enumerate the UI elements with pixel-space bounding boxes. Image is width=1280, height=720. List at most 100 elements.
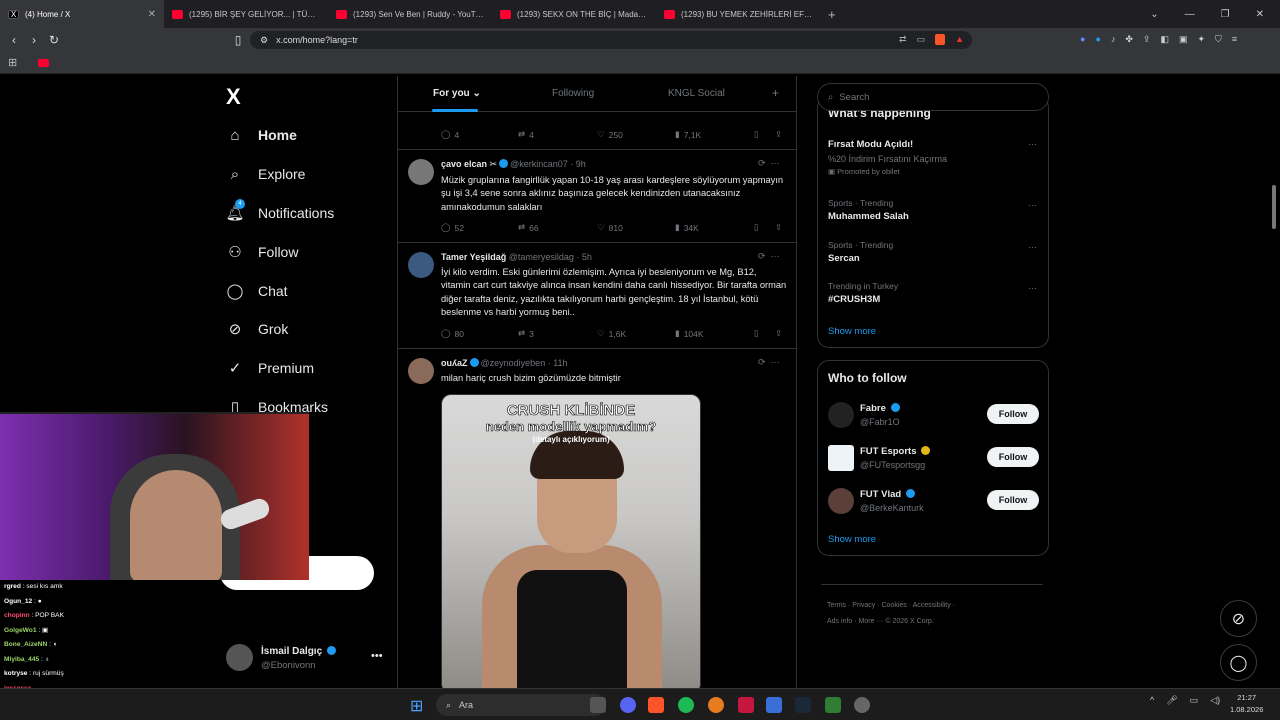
share-icon[interactable]: ⇪ xyxy=(1143,34,1151,45)
footer-link[interactable]: Ads info xyxy=(827,618,852,625)
vpn-icon[interactable]: ⛉ xyxy=(1215,34,1222,45)
bookmark-page-icon[interactable]: ▯ xyxy=(228,33,248,47)
minimize-icon[interactable]: — xyxy=(1185,9,1195,20)
brave-icon[interactable] xyxy=(648,697,664,713)
nav-item-premium[interactable]: ✓ Premium xyxy=(226,359,314,377)
tweet[interactable]: çavo elcan ✂ @kerkincan07 · 9h ⟳ ··· Müzi… xyxy=(398,150,796,243)
nav-item-home[interactable]: ⌂ Home xyxy=(226,126,296,144)
taskbar-search[interactable]: ⌕ Ara xyxy=(436,694,606,716)
more-icon[interactable]: ··· xyxy=(1028,283,1037,293)
follow-button[interactable]: Follow xyxy=(987,490,1039,510)
ai-icon[interactable]: ✦ xyxy=(1198,34,1206,45)
nav-item-chat[interactable]: ◯ Chat xyxy=(226,282,288,300)
repost-button[interactable]: ⇄ 66 xyxy=(518,222,539,233)
more-icon[interactable]: ••• xyxy=(371,650,383,662)
discord-icon[interactable] xyxy=(620,697,636,713)
chevron-up-icon[interactable]: ^ xyxy=(1150,695,1154,706)
site-info-icon[interactable]: ⚙ xyxy=(260,35,268,46)
microphone-icon[interactable]: 🎤︎ xyxy=(1166,695,1177,706)
bookmark-button[interactable]: ▯ xyxy=(754,129,759,140)
brave-shield-icon[interactable] xyxy=(935,33,946,47)
more-icon[interactable]: ⟳ ··· xyxy=(758,251,780,262)
tab-list-icon[interactable]: ⌄ xyxy=(1150,9,1158,20)
grok-fab-icon[interactable]: ⊘ xyxy=(1220,600,1257,637)
avatar[interactable] xyxy=(408,252,434,278)
like-button[interactable]: ♡ 1,6K xyxy=(597,328,626,339)
footer-link[interactable]: Privacy xyxy=(852,602,875,609)
avatar[interactable] xyxy=(408,358,434,384)
account-switcher[interactable]: İsmail Dalgıç @Ebonivonn ••• xyxy=(226,642,386,676)
apps-icon[interactable]: ⊞ xyxy=(8,56,17,69)
browser-tab[interactable]: X (4) Home / X ✕ xyxy=(0,0,164,28)
avatar[interactable] xyxy=(408,159,434,185)
browser-tab[interactable]: (1295) BİR ŞEY GELİYOR... | TÜRLÜ M xyxy=(164,0,328,28)
address-bar[interactable]: ⚙ x.com/home?lang=tr ⇄ ▭ ▲ xyxy=(250,31,972,49)
trend-item[interactable]: Trending in Turkey #CRUSH3M xyxy=(828,281,898,305)
close-window-icon[interactable]: ✕ xyxy=(1256,9,1264,20)
trend-item[interactable]: Fırsat Modu Açıldı! %20 İndirim Fırsatın… xyxy=(828,139,947,176)
tweet[interactable]: Tamer Yeşildağ @tameryesildag · 5h ⟳ ···… xyxy=(398,243,796,349)
reply-button[interactable]: ◯ 4 xyxy=(441,129,459,140)
network-icon[interactable]: ▭ xyxy=(1190,695,1199,706)
taskbar-app-icon[interactable] xyxy=(854,697,870,713)
translate-icon[interactable]: ⇄ xyxy=(899,34,907,47)
clock[interactable]: 21:27 1.08.2026 xyxy=(1230,692,1263,716)
tab-following[interactable]: Following xyxy=(552,88,594,99)
footer-link[interactable]: Terms xyxy=(827,602,846,609)
more-icon[interactable]: ··· xyxy=(1028,139,1037,149)
menu-icon[interactable]: ≡ xyxy=(1232,34,1237,45)
messages-fab-icon[interactable]: ◯ xyxy=(1220,644,1257,681)
trend-item[interactable]: Sports · Trending Sercan xyxy=(828,240,893,264)
like-button[interactable]: ♡ 810 xyxy=(597,222,623,233)
show-more-link[interactable]: Show more xyxy=(828,534,876,545)
footer-link[interactable]: More xyxy=(859,618,875,625)
youtube-icon[interactable] xyxy=(38,59,49,67)
browser-tab[interactable]: (1293) BU YEMEK ZEHİRLERİ EFE UYG xyxy=(656,0,820,28)
forward-icon[interactable]: › xyxy=(24,33,44,47)
tab-kngl-social[interactable]: KNGL Social xyxy=(668,88,725,99)
taskbar-app-icon[interactable] xyxy=(825,697,841,713)
like-button[interactable]: ♡ 250 xyxy=(597,129,623,140)
views-button[interactable]: ▮ 104K xyxy=(675,328,704,339)
url-text[interactable]: x.com/home?lang=tr xyxy=(276,35,358,45)
bookmark-button[interactable]: ▯ xyxy=(754,328,759,339)
nav-item-follow[interactable]: ⚇ Follow xyxy=(226,243,298,261)
share-button[interactable]: ⇪ xyxy=(775,328,782,339)
more-icon[interactable]: ⟳ ··· xyxy=(758,158,780,169)
taskbar-app-icon[interactable] xyxy=(590,697,606,713)
views-button[interactable]: ▮ 7,1K xyxy=(675,129,701,140)
follow-suggestion[interactable]: FUT Esports @FUTesportsgg Follow xyxy=(828,445,1040,475)
show-more-link[interactable]: Show more xyxy=(828,326,876,337)
browser-tab[interactable]: (1293) Sen Ve Ben | Ruddy - YouTube xyxy=(328,0,492,28)
tab-for-you[interactable]: For you ⌄ xyxy=(433,88,481,99)
maximize-icon[interactable]: ❐ xyxy=(1221,9,1230,20)
taskbar-app-icon[interactable] xyxy=(708,697,724,713)
rewards-icon[interactable]: ▲ xyxy=(955,34,964,47)
add-tab-icon[interactable]: + xyxy=(772,86,779,100)
follow-button[interactable]: Follow xyxy=(987,447,1039,467)
trend-item[interactable]: Sports · Trending Muhammed Salah xyxy=(828,198,909,222)
more-icon[interactable]: ⟳ ··· xyxy=(758,357,780,368)
windows-start-icon[interactable]: ⊞ xyxy=(410,696,423,716)
volume-icon[interactable]: ◁) xyxy=(1210,695,1220,706)
sidebar-icon[interactable]: ◧ xyxy=(1160,34,1169,45)
bookmark-button[interactable]: ▯ xyxy=(754,222,759,233)
wallet-icon[interactable]: ▣ xyxy=(1179,34,1188,45)
share-button[interactable]: ⇪ xyxy=(775,222,782,233)
scrollbar-thumb[interactable] xyxy=(1272,185,1276,229)
back-icon[interactable]: ‹ xyxy=(4,33,24,47)
nav-item-explore[interactable]: ⌕ Explore xyxy=(226,165,306,183)
close-icon[interactable]: ✕ xyxy=(148,9,156,20)
repost-button[interactable]: ⇄ 3 xyxy=(518,328,534,339)
new-tab-button[interactable]: + xyxy=(820,7,844,22)
follow-suggestion[interactable]: Fabre @Fabr1O Follow xyxy=(828,402,1040,432)
steam-icon[interactable] xyxy=(795,697,811,713)
nav-item-grok[interactable]: ⊘ Grok xyxy=(226,320,289,338)
cast-icon[interactable]: ▭ xyxy=(917,34,926,47)
extension-icon[interactable]: ● xyxy=(1080,34,1085,45)
footer-link[interactable]: Accessibility xyxy=(913,602,951,609)
follow-button[interactable]: Follow xyxy=(987,404,1039,424)
more-icon[interactable]: ··· xyxy=(1028,200,1037,210)
browser-tab[interactable]: (1293) SEKX ON THE BİÇ | Madara Ol xyxy=(492,0,656,28)
follow-suggestion[interactable]: FUT Vlad @BerkeKanturk Follow xyxy=(828,488,1040,518)
